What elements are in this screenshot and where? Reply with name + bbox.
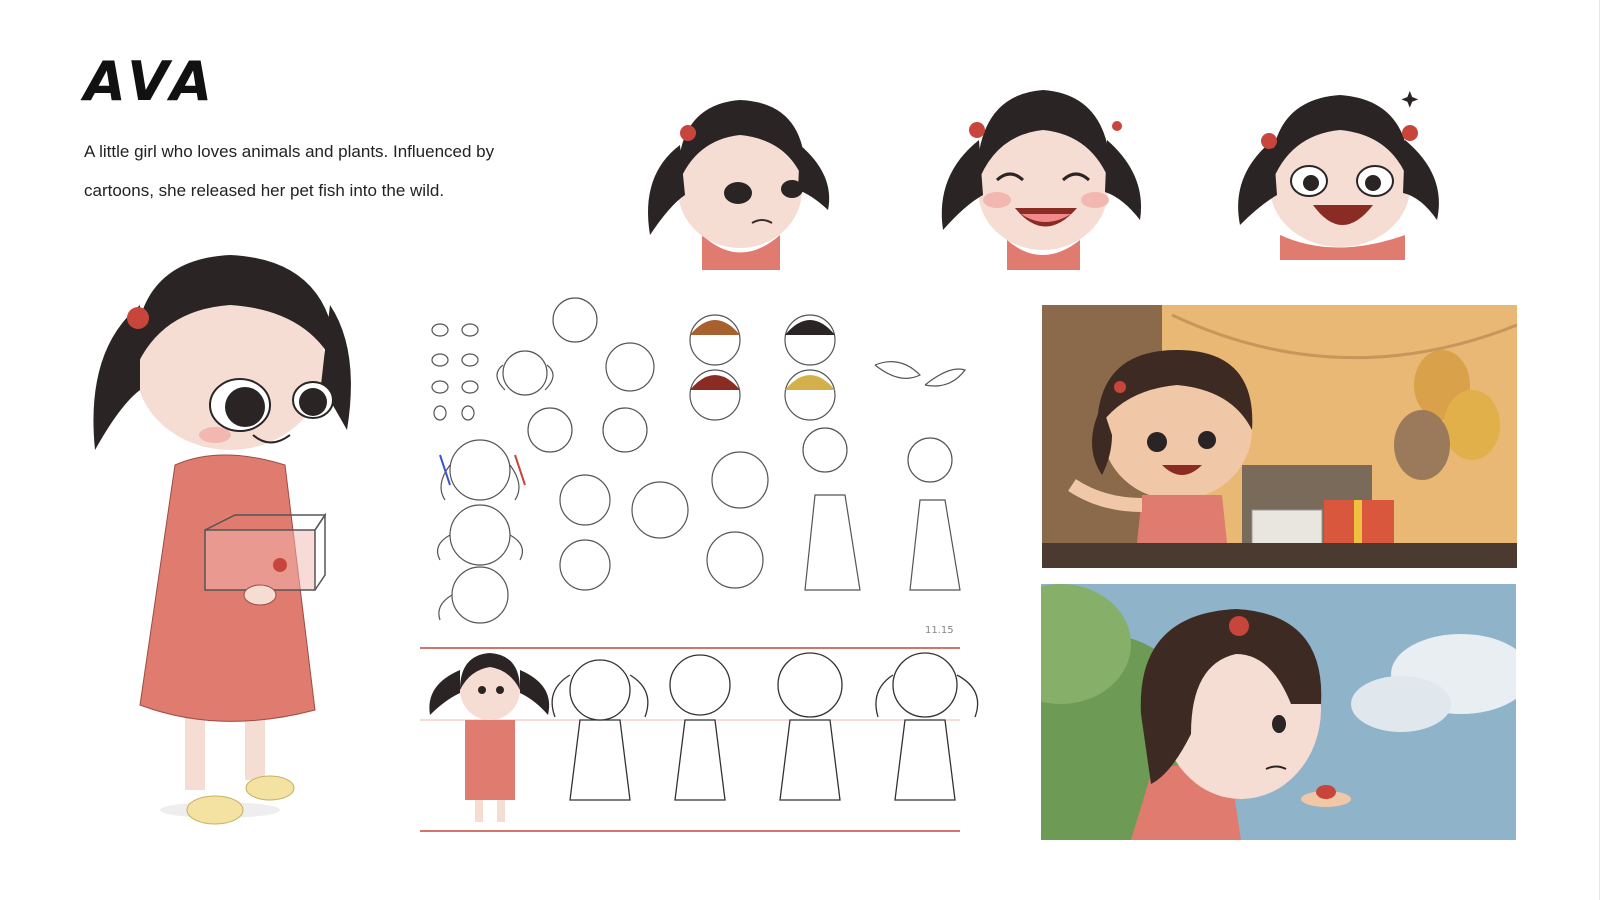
expression-excited [1225,85,1450,265]
full-body-illustration [85,250,355,835]
expression-sad [640,85,840,270]
turnaround-sheet [420,645,995,835]
character-description: A little girl who loves animals and plan… [84,142,495,200]
expression-happy [935,80,1150,270]
turnaround-colored [429,653,550,822]
sketch-signature: 11.15 [925,625,954,636]
scene-outdoor-fish [1041,584,1516,840]
character-name: AVA [84,50,218,113]
sketch-sheet: 11.15 [420,295,980,640]
scene-room-with-gift [1042,305,1517,568]
